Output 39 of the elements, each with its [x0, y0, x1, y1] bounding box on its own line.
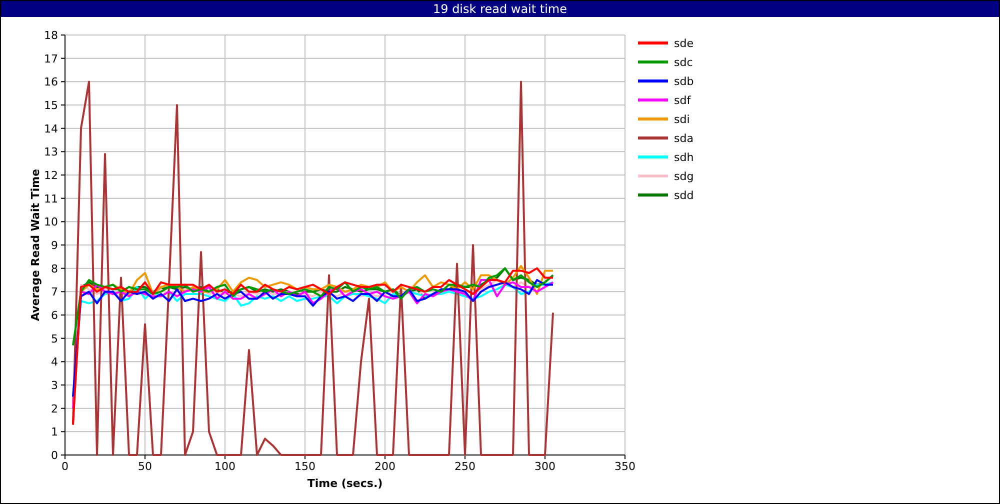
- tick-label: 5: [51, 332, 58, 346]
- tick-label: 200: [374, 460, 396, 473]
- legend-label: sdh: [674, 151, 694, 164]
- tick-label: 6: [51, 309, 58, 322]
- tick-label: 15: [44, 99, 58, 112]
- window-title: 19 disk read wait time: [1, 1, 999, 17]
- legend-label: sdi: [674, 113, 690, 126]
- legend-label: sdb: [674, 75, 694, 88]
- tick-label: 150: [294, 460, 316, 473]
- legend-label: sdd: [674, 189, 694, 202]
- x-axis-label: Time (secs.): [307, 477, 383, 490]
- tick-label: 250: [454, 460, 476, 473]
- legend-label: sdf: [674, 94, 691, 107]
- tick-label: 1: [51, 426, 58, 439]
- legend-label: sde: [674, 37, 694, 50]
- tick-label: 9: [51, 239, 58, 252]
- tick-label: 13: [44, 146, 58, 159]
- tick-label: 350: [614, 460, 636, 473]
- tick-label: 14: [44, 122, 58, 136]
- tick-label: 300: [534, 460, 556, 473]
- y-axis-label: Average Read Wait Time: [29, 168, 42, 322]
- tick-label: 4: [51, 356, 58, 369]
- tick-label: 50: [138, 460, 152, 473]
- tick-label: 0: [51, 449, 58, 462]
- legend-label: sda: [674, 132, 694, 145]
- tick-label: 17: [44, 52, 58, 66]
- tick-label: 7: [51, 286, 58, 299]
- tick-label: 8: [51, 262, 58, 276]
- tick-label: 12: [44, 169, 58, 182]
- tick-label: 100: [214, 460, 236, 473]
- tick-label: 2: [51, 402, 58, 416]
- tick-label: 10: [44, 216, 58, 229]
- tick-label: 0: [62, 460, 68, 473]
- tick-label: 16: [44, 76, 58, 89]
- tick-label: 3: [51, 379, 58, 392]
- legend-label: sdc: [674, 56, 693, 69]
- tick-label: 11: [44, 192, 58, 206]
- tick-label: 18: [44, 29, 58, 42]
- legend-label: sdg: [674, 170, 694, 183]
